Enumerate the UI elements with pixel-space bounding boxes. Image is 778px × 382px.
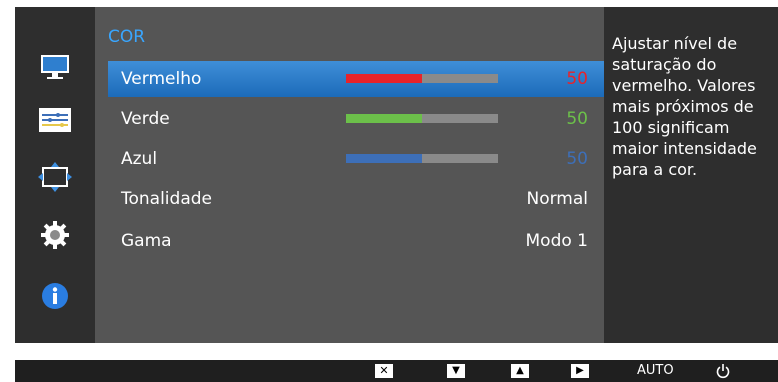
- menu-item-vermelho[interactable]: Vermelho 50: [108, 61, 604, 97]
- help-text: Ajustar nível de saturação do vermelho. …: [612, 34, 757, 179]
- down-arrow-icon: ▼: [452, 365, 460, 376]
- gama-value: Modo 1: [525, 231, 588, 251]
- red-level-fill: [346, 74, 422, 83]
- position-resize-icon[interactable]: [37, 162, 73, 192]
- tonalidade-value: Normal: [526, 189, 588, 209]
- green-level-value: 50: [566, 109, 588, 129]
- close-icon: ✕: [379, 364, 389, 377]
- menu-item-tonalidade[interactable]: Tonalidade Normal: [108, 181, 604, 217]
- blue-level-value: 50: [566, 149, 588, 169]
- green-level-slider[interactable]: [346, 114, 498, 123]
- close-button[interactable]: ✕: [375, 363, 393, 379]
- enter-button[interactable]: ▶: [571, 363, 589, 379]
- green-level-fill: [346, 114, 422, 123]
- info-icon[interactable]: [37, 281, 73, 311]
- control-button-bar: ✕ ▼ ▲ ▶ AUTO: [15, 360, 778, 382]
- menu-item-label: Verde: [121, 109, 170, 129]
- power-button[interactable]: [715, 363, 731, 379]
- red-level-slider[interactable]: [346, 74, 498, 83]
- red-level-value: 50: [566, 69, 588, 89]
- power-icon: [716, 364, 730, 379]
- gear-icon[interactable]: [37, 220, 73, 250]
- menu-item-azul[interactable]: Azul 50: [108, 141, 604, 177]
- osd-window: COR Vermelho 50 Verde 50 Azul 50 Tonalid…: [15, 7, 778, 343]
- osd-category-sidebar: [15, 7, 95, 343]
- up-button[interactable]: ▲: [511, 363, 529, 379]
- menu-item-verde[interactable]: Verde 50: [108, 101, 604, 137]
- picture-settings-icon[interactable]: [37, 105, 73, 135]
- auto-label: AUTO: [637, 363, 674, 378]
- menu-item-label: Tonalidade: [121, 189, 212, 209]
- menu-item-label: Azul: [121, 149, 158, 169]
- menu-item-gama[interactable]: Gama Modo 1: [108, 223, 604, 259]
- up-arrow-icon: ▲: [516, 365, 524, 376]
- blue-level-slider[interactable]: [346, 154, 498, 163]
- color-menu-panel: COR Vermelho 50 Verde 50 Azul 50 Tonalid…: [95, 7, 604, 343]
- down-button[interactable]: ▼: [447, 363, 465, 379]
- menu-title: COR: [108, 27, 146, 47]
- right-arrow-icon: ▶: [576, 365, 584, 376]
- menu-item-label: Gama: [121, 231, 172, 251]
- menu-item-label: Vermelho: [121, 69, 202, 89]
- help-panel: Ajustar nível de saturação do vermelho. …: [604, 7, 778, 343]
- auto-button[interactable]: AUTO: [637, 363, 674, 379]
- monitor-icon[interactable]: [37, 52, 73, 82]
- blue-level-fill: [346, 154, 422, 163]
